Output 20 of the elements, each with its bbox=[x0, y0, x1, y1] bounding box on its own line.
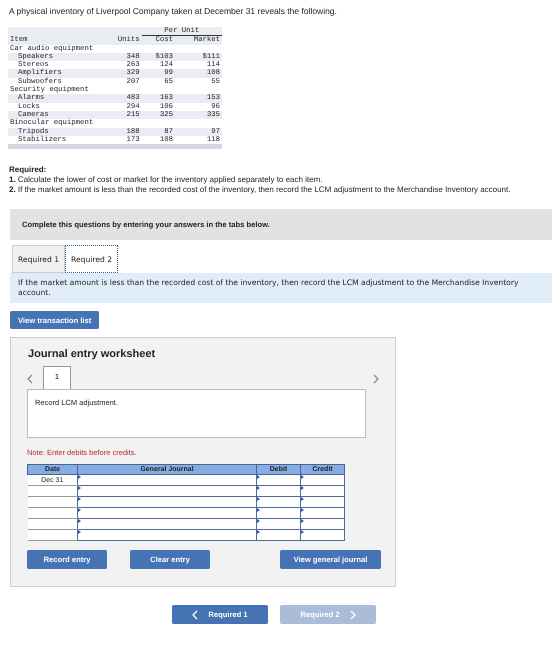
problem-statement: A physical inventory of Liverpool Company taken at December 31 reveals the following. bbox=[9, 6, 338, 16]
input-field[interactable] bbox=[78, 530, 256, 541]
input-field[interactable] bbox=[78, 508, 256, 519]
requirement-text: 1. Calculate the lower of cost or market for the inventory applied separately to each item. bbox=[9, 175, 324, 186]
worksheet-title: Journal entry worksheet bbox=[28, 348, 156, 360]
requirement-text: 2. If the market amount is less than the recorded cost of the inventory, then record the LCM adjustment to the Merchandise Inventory account. bbox=[9, 185, 512, 196]
date-cell bbox=[28, 508, 78, 519]
required-heading: Required: bbox=[9, 165, 48, 176]
chevron-left-icon bbox=[192, 610, 198, 620]
chevron-right-icon bbox=[373, 374, 379, 384]
date-cell bbox=[28, 486, 78, 497]
date-cell bbox=[28, 496, 78, 508]
date-cell bbox=[28, 530, 78, 541]
input-field[interactable] bbox=[78, 486, 256, 497]
input-field[interactable] bbox=[78, 496, 256, 508]
input-field[interactable] bbox=[78, 474, 256, 486]
chevron-left-icon bbox=[27, 374, 33, 384]
input-field[interactable] bbox=[78, 518, 256, 530]
chevron-right-icon bbox=[350, 610, 356, 620]
date-cell bbox=[28, 518, 78, 530]
